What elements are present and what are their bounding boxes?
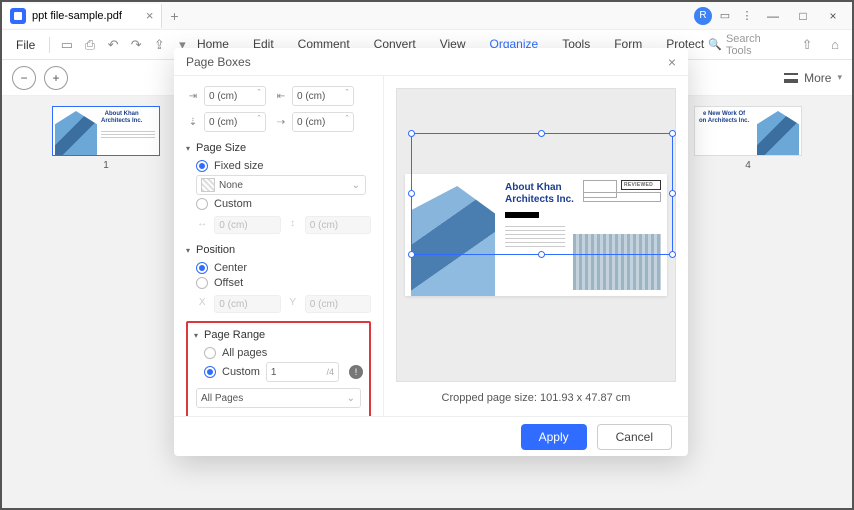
subset-select[interactable]: All Pages	[196, 388, 361, 408]
apply-button[interactable]: Apply	[521, 424, 587, 450]
preview-area: About Khan Architects Inc. REVIEWED	[396, 88, 676, 382]
page-range-highlight: Page Range All pages Custom 1 /4 ! All P…	[186, 321, 371, 416]
margin-left-icon: ⇤	[274, 89, 288, 103]
tab-close-icon[interactable]: ×	[146, 8, 154, 23]
thumb-4-number: 4	[694, 160, 802, 171]
print-icon[interactable]: ⎙	[79, 34, 100, 56]
width-icon: ↔	[196, 216, 208, 230]
thumb-4-title: e New Work Of on Architects Inc.	[699, 111, 749, 124]
margin-bottom-icon: ⇣	[186, 115, 200, 129]
dialog-right-panel: About Khan Architects Inc. REVIEWED Cr	[384, 76, 688, 416]
dialog-footer: Apply Cancel	[174, 416, 688, 456]
home-icon[interactable]: ⌂	[824, 34, 846, 56]
app-icon	[10, 8, 26, 24]
margin-top-input[interactable]: 0 (cm)	[204, 86, 266, 106]
margin-bottom-input[interactable]: 0 (cm)	[204, 112, 266, 132]
chat-icon[interactable]: ▭	[716, 7, 734, 25]
page-range-section[interactable]: Page Range	[194, 329, 363, 341]
thumb-4-wrap[interactable]: e New Work Of on Architects Inc. 4	[694, 106, 802, 171]
margin-left-input[interactable]: 0 (cm)	[292, 86, 354, 106]
offset-x-input: 0 (cm)	[214, 295, 280, 313]
page-size-select[interactable]: None	[196, 175, 366, 195]
pattern-icon	[201, 178, 215, 192]
custom-range-input[interactable]: 1 /4	[266, 362, 339, 382]
dialog-left-panel: ⇥ 0 (cm) ⇤ 0 (cm) ⇣ 0 (cm) ⇢ 0 (cm) Page Siz…	[174, 76, 384, 416]
info-icon[interactable]: !	[349, 365, 363, 379]
y-icon: Y	[287, 295, 299, 309]
new-tab-button[interactable]: +	[162, 8, 186, 24]
dialog-close-button[interactable]: ×	[668, 54, 676, 70]
titlebar: ppt file-sample.pdf × + R ▭ ⋮ — □ ×	[2, 2, 852, 30]
redo-icon[interactable]: ↷	[126, 34, 147, 56]
fixed-size-radio[interactable]: Fixed size	[196, 160, 371, 172]
thumb-1-number: 1	[52, 160, 160, 171]
search-icon: 🔍	[708, 38, 722, 51]
search-tools[interactable]: 🔍 Search Tools	[708, 33, 786, 57]
tab-title: ppt file-sample.pdf	[32, 10, 122, 22]
thumb-1-wrap[interactable]: About Khan Architects Inc. 1	[52, 106, 160, 171]
thumb-1-title: About Khan Architects Inc.	[101, 111, 142, 124]
maximize-button[interactable]: □	[790, 7, 816, 25]
all-pages-radio[interactable]: All pages	[204, 347, 363, 359]
file-menu[interactable]: File	[8, 35, 43, 55]
position-section[interactable]: Position	[186, 244, 371, 256]
page-size-section[interactable]: Page Size	[186, 142, 371, 154]
document-tab[interactable]: ppt file-sample.pdf ×	[2, 4, 162, 28]
hamburger-icon	[784, 73, 798, 83]
close-window-button[interactable]: ×	[820, 7, 846, 25]
cropped-size-label: Cropped page size: 101.93 x 47.87 cm	[396, 392, 676, 404]
dialog-title: Page Boxes	[186, 55, 251, 69]
height-input: 0 (cm)	[305, 216, 371, 234]
width-input: 0 (cm)	[214, 216, 280, 234]
margin-top-icon: ⇥	[186, 89, 200, 103]
crop-selection[interactable]	[411, 133, 673, 255]
height-icon: ↕	[287, 216, 299, 230]
undo-icon[interactable]: ↶	[103, 34, 124, 56]
offset-y-input: 0 (cm)	[305, 295, 371, 313]
zoom-out-button[interactable]: −	[12, 66, 36, 90]
user-badge[interactable]: R	[694, 7, 712, 25]
thumb-building-graphic	[757, 111, 799, 155]
thumb-building-graphic	[55, 111, 97, 155]
center-radio[interactable]: Center	[196, 262, 371, 274]
upload-icon[interactable]: ⇧	[796, 34, 818, 56]
chevron-down-icon: ▾	[837, 72, 842, 83]
thumbnail-4[interactable]: e New Work Of on Architects Inc.	[694, 106, 802, 156]
margin-right-input[interactable]: 0 (cm)	[292, 112, 354, 132]
search-placeholder: Search Tools	[726, 33, 786, 57]
offset-radio[interactable]: Offset	[196, 277, 371, 289]
minimize-button[interactable]: —	[760, 7, 786, 25]
x-icon: X	[196, 295, 208, 309]
cancel-button[interactable]: Cancel	[597, 424, 672, 450]
custom-size-radio[interactable]: Custom	[196, 198, 371, 210]
divider	[49, 37, 50, 53]
save-icon[interactable]: ▭	[56, 34, 77, 56]
share-icon[interactable]: ⇪	[149, 34, 170, 56]
more-button[interactable]: More	[804, 71, 831, 85]
kebab-icon[interactable]: ⋮	[738, 7, 756, 25]
thumbnail-1[interactable]: About Khan Architects Inc.	[52, 106, 160, 156]
margin-right-icon: ⇢	[274, 115, 288, 129]
page-boxes-dialog: Page Boxes × ⇥ 0 (cm) ⇤ 0 (cm) ⇣ 0 (cm) ⇢ 0 …	[174, 48, 688, 456]
zoom-in-button[interactable]: +	[44, 66, 68, 90]
window-controls: R ▭ ⋮ — □ ×	[694, 7, 852, 25]
custom-range-radio[interactable]: Custom 1 /4 !	[204, 362, 363, 382]
dialog-header: Page Boxes ×	[174, 48, 688, 76]
